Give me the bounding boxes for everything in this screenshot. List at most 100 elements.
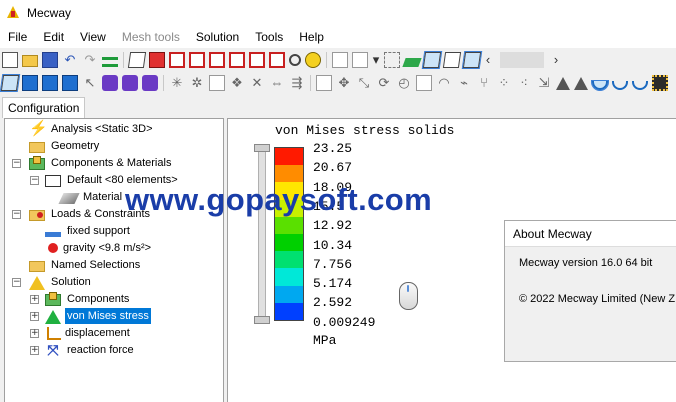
scale-icon[interactable]: ⤡: [356, 75, 372, 91]
main-toolbar: ↶ ↷ ▾ ‹ ›: [0, 49, 676, 71]
undo-icon[interactable]: ↶: [62, 52, 78, 68]
triangle-mesh-icon[interactable]: [556, 76, 570, 90]
tree-item-displacement[interactable]: displacement: [45, 325, 132, 341]
select-node-icon[interactable]: [42, 75, 58, 91]
shell-bowl-icon[interactable]: [612, 81, 628, 90]
tree-item-analysis[interactable]: ⚡ Analysis <Static 3D>: [29, 121, 155, 137]
shaded-mode-icon[interactable]: [421, 51, 443, 69]
scroll-left-icon[interactable]: ‹: [482, 52, 494, 68]
animation-icon[interactable]: [652, 75, 668, 91]
collapse-toggle[interactable]: −: [12, 278, 21, 287]
select-mode-icon[interactable]: [352, 52, 368, 68]
extrude-icon[interactable]: ⇶: [289, 75, 305, 91]
tree-item-material[interactable]: Material: [58, 189, 124, 205]
collapse-toggle[interactable]: −: [12, 210, 21, 219]
expand-toggle[interactable]: +: [30, 329, 39, 338]
scroll-right-icon[interactable]: ›: [550, 52, 562, 68]
menu-help[interactable]: Help: [291, 26, 332, 48]
menu-tools[interactable]: Tools: [247, 26, 291, 48]
split-icon[interactable]: ✲: [189, 75, 205, 91]
tree-item-named-selections[interactable]: Named Selections: [29, 257, 142, 273]
view-front-icon[interactable]: [169, 52, 185, 68]
hide-icon[interactable]: [332, 52, 348, 68]
stress-icon: [45, 309, 61, 324]
box-icon[interactable]: [209, 75, 225, 91]
view-right-icon[interactable]: [229, 52, 245, 68]
fillet-icon[interactable]: ◠: [436, 75, 452, 91]
menu-view[interactable]: View: [72, 26, 114, 48]
surface-icon[interactable]: [402, 57, 422, 67]
select-face-icon[interactable]: [22, 75, 38, 91]
move-icon[interactable]: ✥: [336, 75, 352, 91]
tree-item-solution[interactable]: Solution: [29, 274, 93, 290]
rotate-icon[interactable]: ⟳: [376, 75, 392, 91]
view-back-icon[interactable]: [189, 52, 205, 68]
select-feature-icon[interactable]: [122, 75, 138, 91]
menu-edit[interactable]: Edit: [35, 26, 72, 48]
revolve-icon[interactable]: ◴: [396, 75, 412, 91]
mesh-mode-icon[interactable]: [461, 51, 483, 69]
wireframe-cube-icon[interactable]: [127, 52, 147, 68]
solid-cube-icon[interactable]: [149, 52, 165, 68]
surface-bowl-icon[interactable]: [591, 80, 609, 91]
tree-label: fixed support: [67, 225, 130, 237]
nodes-icon[interactable]: ⁖: [516, 75, 532, 91]
menu-file[interactable]: File: [0, 26, 35, 48]
expand-toggle[interactable]: +: [30, 295, 39, 304]
branch-icon[interactable]: ⑂: [476, 75, 492, 91]
collapse-toggle[interactable]: −: [30, 176, 39, 185]
layer-bowl-icon[interactable]: [632, 81, 648, 90]
convert-icon[interactable]: [416, 75, 432, 91]
outline-mode-icon[interactable]: [442, 52, 462, 68]
tree-label: gravity <9.8 m/s²>: [63, 242, 152, 254]
select-tangent-icon[interactable]: [142, 75, 158, 91]
view-bottom-icon[interactable]: [269, 52, 285, 68]
select-element-icon[interactable]: [0, 74, 21, 92]
collapse-toggle[interactable]: −: [12, 159, 21, 168]
zoom-icon[interactable]: [289, 54, 301, 66]
tab-configuration[interactable]: Configuration: [2, 97, 86, 118]
components-icon: [45, 292, 61, 306]
new-file-icon[interactable]: [2, 52, 18, 68]
mirror-icon[interactable]: ⇔: [269, 75, 285, 91]
tree-item-gravity[interactable]: gravity <9.8 m/s²>: [45, 240, 153, 256]
delete-icon[interactable]: ✕: [249, 75, 265, 91]
legend-tick-label: 20.67: [313, 160, 353, 176]
tree-item-geometry[interactable]: Geometry: [29, 138, 101, 154]
legend-color-cell: [275, 216, 303, 234]
tree-item-reaction-force[interactable]: ⤧ reaction force: [45, 342, 136, 358]
expand-toggle[interactable]: +: [30, 312, 39, 321]
select-box-icon[interactable]: [384, 52, 400, 68]
menu-mesh-tools[interactable]: Mesh tools: [114, 26, 188, 48]
tree-item-components[interactable]: Components: [45, 291, 131, 307]
select-connected-icon[interactable]: [102, 75, 118, 91]
scatter-icon[interactable]: ⁘: [496, 75, 512, 91]
refine-icon[interactable]: [316, 75, 332, 91]
solve-icon[interactable]: [102, 56, 118, 67]
tet-mesh-icon[interactable]: [574, 76, 588, 90]
view-left-icon[interactable]: [209, 52, 225, 68]
open-folder-icon[interactable]: [22, 55, 38, 67]
range-slider-bottom-handle[interactable]: [254, 316, 270, 324]
range-slider-track[interactable]: [258, 147, 266, 321]
select-edge-icon[interactable]: [62, 75, 78, 91]
range-slider-top-handle[interactable]: [254, 144, 270, 152]
fit-view-icon[interactable]: [305, 52, 321, 68]
menu-solution[interactable]: Solution: [188, 26, 247, 48]
folder-icon: [29, 261, 45, 272]
tree-item-components-materials[interactable]: Components & Materials: [29, 155, 173, 171]
redo-icon[interactable]: ↷: [82, 52, 98, 68]
view-top-icon[interactable]: [249, 52, 265, 68]
sweep-icon[interactable]: ⌁: [456, 75, 472, 91]
distort-icon[interactable]: ⇲: [536, 75, 552, 91]
toolbar-scroll-area[interactable]: [500, 52, 544, 68]
explode-icon[interactable]: ✳: [169, 75, 185, 91]
mouse-icon: [399, 282, 418, 310]
tree-item-von-mises-stress[interactable]: von Mises stress: [45, 308, 151, 324]
tree-item-fixed-support[interactable]: fixed support: [45, 223, 132, 239]
expand-toggle[interactable]: +: [30, 346, 39, 355]
save-icon[interactable]: [42, 52, 58, 68]
merge-icon[interactable]: ❖: [229, 75, 245, 91]
dropdown-arrow-icon[interactable]: ▾: [370, 52, 382, 68]
pointer-icon[interactable]: ↖: [82, 75, 98, 91]
